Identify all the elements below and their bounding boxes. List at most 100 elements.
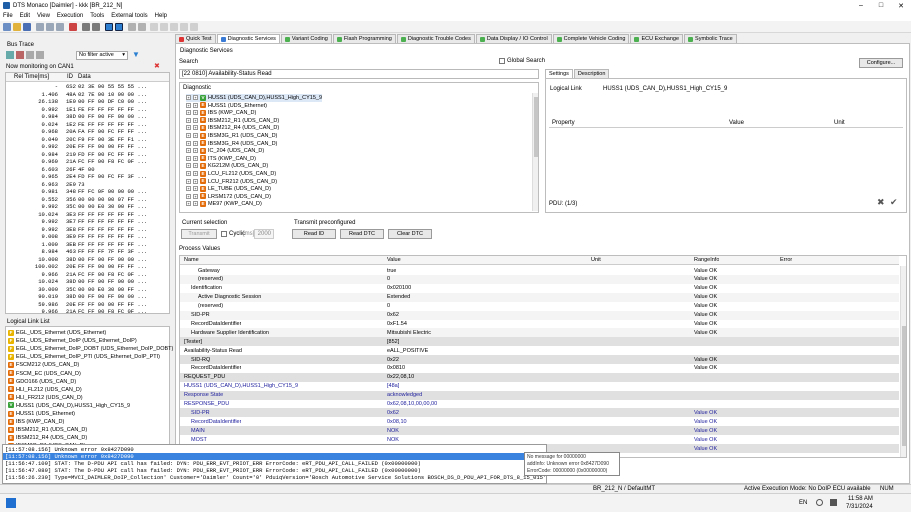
list-item[interactable]: F EGL_UDS_Ethernet_DoIP_DOBT (UDS_Etherne…: [8, 345, 173, 353]
tab-variant-coding[interactable]: Variant Coding: [280, 34, 332, 43]
list-item[interactable]: E IBS (KWP_CAN_D): [8, 418, 64, 426]
menu-external-tools[interactable]: External tools: [111, 13, 147, 19]
global-search-checkbox[interactable]: [499, 58, 505, 64]
menu-help[interactable]: Help: [155, 13, 167, 19]
expand-icon[interactable]: +: [186, 117, 191, 123]
list-item[interactable]: F EGL_UDS_Ethernet_DoIP_PTI (UDS_Ethernet…: [8, 353, 160, 361]
tab-ecu-exchange[interactable]: ECU Exchange: [630, 34, 684, 43]
table-row[interactable]: 10.024 38D 00 FF 00 FF 00 00 ...: [6, 278, 169, 285]
list-item[interactable]: E HUSS1 (UDS_Ethernet): [8, 410, 75, 418]
clear-dtc-button[interactable]: Clear DTC: [388, 229, 432, 239]
tab-settings[interactable]: Settings: [545, 69, 573, 78]
table-row[interactable]: 26.138 1E0 00 FF 00 DF C0 00 ...: [6, 98, 169, 105]
list-item[interactable]: V HUSS1 (UDS_CAN_D),HUSS1_High_CY15_9: [8, 402, 130, 410]
table-row[interactable]: [Tester] [852]: [180, 337, 899, 347]
disconnect-icon[interactable]: [180, 23, 188, 31]
pin-icon[interactable]: ✖: [154, 63, 161, 70]
table-row[interactable]: 0.984 38D 00 FF 00 FF 00 00 ...: [6, 113, 169, 120]
connect-icon[interactable]: [170, 23, 178, 31]
table-row[interactable]: 10.024 3E3 FF FF FF FF FF FF ...: [6, 211, 169, 218]
expand-icon[interactable]: +: [193, 125, 198, 131]
menu-file[interactable]: File: [3, 13, 13, 19]
expand-icon[interactable]: +: [186, 95, 191, 101]
service-search-input[interactable]: [22 0810] Availability-Status Read: [179, 69, 539, 79]
filter-icon[interactable]: ▼: [132, 51, 140, 59]
volume-icon[interactable]: [830, 499, 837, 506]
table-row[interactable]: Active Diagnostic Session Extended Value O…: [180, 292, 899, 302]
paste-icon[interactable]: [56, 23, 64, 31]
tab-diagnostic-services[interactable]: Diagnostic Services: [216, 34, 280, 43]
expand-icon[interactable]: +: [193, 193, 198, 199]
transmit-button[interactable]: Transmit: [181, 229, 217, 239]
list-item[interactable]: F EGL_UDS_Ethernet_DoIP (UDS_Ethernet_DoI…: [8, 337, 137, 345]
expand-icon[interactable]: +: [193, 201, 198, 207]
table-row[interactable]: 0.024 1E2 FE FF FF FF FF FF ...: [6, 121, 169, 128]
expand-icon[interactable]: +: [186, 102, 191, 108]
table-row[interactable]: 9.992 3E8 FF FF FF FF FF FF ...: [6, 226, 169, 233]
expand-icon[interactable]: +: [193, 95, 198, 101]
table-row[interactable]: 0.984 219 FD FF 00 FC FF FF ...: [6, 151, 169, 158]
tab-diagnostic-trouble-codes[interactable]: Diagnostic Trouble Codes: [396, 34, 475, 43]
table-row[interactable]: 9.992 35C 00 00 E0 30 00 FF ...: [6, 203, 169, 210]
wifi-icon[interactable]: [816, 499, 823, 506]
maximize-icon[interactable]: □: [871, 0, 891, 11]
save-trace-icon[interactable]: [36, 51, 44, 59]
filter-select[interactable]: No filter active ▾: [76, 51, 128, 60]
menu-tools[interactable]: Tools: [90, 13, 104, 19]
table-row[interactable]: Response State acknowledged: [180, 390, 899, 400]
table-row[interactable]: 90.019 38D 00 FF 00 FF 00 00 ...: [6, 293, 169, 300]
table-row[interactable]: 0.968 20A FA FF 00 FC FF FF ...: [6, 128, 169, 135]
expand-icon[interactable]: +: [186, 171, 191, 177]
start-icon[interactable]: [6, 498, 16, 508]
new-icon[interactable]: [3, 23, 11, 31]
grid-icon[interactable]: [92, 23, 100, 31]
expand-icon[interactable]: +: [193, 186, 198, 192]
table-row[interactable]: RecordDataIdentifier 0xF1.54 Value OK: [180, 319, 899, 328]
tab-data-display[interactable]: Data Display / IO Control: [475, 34, 552, 43]
table-row[interactable]: SID-PR 0x62 Value OK: [180, 408, 899, 418]
global-search-toggle[interactable]: Global Search: [499, 58, 545, 64]
table-row[interactable]: - 6S2 02 3E 00 55 55 55 ...: [6, 83, 169, 90]
expand-icon[interactable]: +: [186, 125, 191, 131]
table-row[interactable]: 9.966 21A FC FF 00 F8 FC 0F ...: [6, 271, 169, 278]
list-item[interactable]: E IBSM212_R4 (UDS_CAN_D): [8, 434, 87, 442]
table-row[interactable]: Hardware Supplier Identification Mitsubis…: [180, 328, 899, 338]
table-row[interactable]: 0.960 21A FC FF 00 F8 FC 0F ...: [6, 158, 169, 165]
delete-icon[interactable]: [69, 23, 77, 31]
tab-description[interactable]: Description: [573, 69, 610, 78]
pause-icon[interactable]: [6, 51, 14, 59]
table-row[interactable]: Identification 0x020100 Value OK: [180, 284, 899, 293]
configure-button[interactable]: Configure...: [859, 58, 903, 68]
expand-icon[interactable]: +: [186, 140, 191, 146]
minimize-icon[interactable]: –: [851, 0, 871, 11]
expand-icon[interactable]: +: [186, 201, 191, 207]
table-row[interactable]: 0.040 20C F9 FF 00 3E FF F1 ...: [6, 136, 169, 143]
table-row[interactable]: 0.965 2E4 FD FF 00 FC FF 3F ...: [6, 173, 169, 180]
expand-icon[interactable]: +: [193, 117, 198, 123]
layout-icon[interactable]: [82, 23, 90, 31]
menu-execution[interactable]: Execution: [57, 13, 83, 19]
expand-icon[interactable]: +: [186, 110, 191, 116]
table-row[interactable]: (reserved) 0 Value OK: [180, 274, 899, 284]
table-row[interactable]: 59.986 20E FF FF 00 00 FF FF ...: [6, 301, 169, 308]
record-icon[interactable]: [160, 23, 168, 31]
expand-icon[interactable]: +: [193, 178, 198, 184]
expand-icon[interactable]: +: [186, 148, 191, 154]
table-row[interactable]: RESPONSE_PDU 0x62,08,10,00,00,00: [180, 400, 899, 409]
expand-icon[interactable]: +: [186, 155, 191, 161]
list-item[interactable]: E FSCM_EC (UDS_CAN_D): [8, 370, 81, 378]
view-2-icon[interactable]: [115, 23, 123, 31]
expand-icon[interactable]: +: [193, 110, 198, 116]
table-row[interactable]: (reserved) 0 Value OK: [180, 302, 899, 311]
expand-icon[interactable]: +: [186, 193, 191, 199]
copy-icon[interactable]: [46, 23, 54, 31]
tree-scrollbar[interactable]: [532, 93, 538, 211]
list-item[interactable]: E HLI_FR212 (UDS_CAN_D): [8, 394, 83, 402]
table-row[interactable]: 1.000 3EB FF FF FF FF FF FF ...: [6, 241, 169, 248]
clear-trace-icon[interactable]: [26, 51, 34, 59]
language-indicator[interactable]: EN: [799, 500, 807, 506]
close-icon[interactable]: ✕: [891, 0, 911, 11]
table-row[interactable]: RecordDataIdentifier 0x0810 Value OK: [180, 364, 899, 373]
cycle-time-input[interactable]: 2000: [254, 229, 274, 239]
cancel-icon[interactable]: ✖: [877, 198, 885, 207]
